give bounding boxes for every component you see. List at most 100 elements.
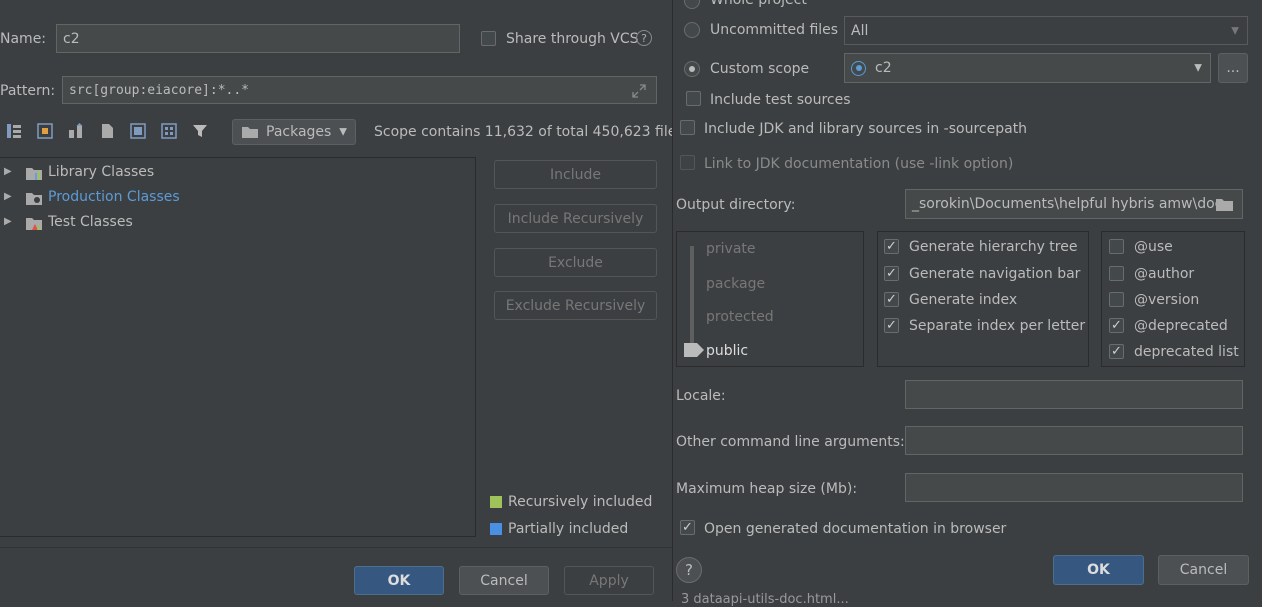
tag-options-panel: @use @author @version ✓ @deprecated ✓ de… bbox=[1101, 231, 1245, 367]
expand-arrow-icon[interactable]: ▶ bbox=[4, 216, 12, 227]
edit-scopes-button[interactable]: ... bbox=[1218, 53, 1248, 83]
file-icon[interactable] bbox=[97, 121, 117, 141]
ok-button[interactable]: OK bbox=[1053, 555, 1144, 585]
custom-scope-radio[interactable] bbox=[684, 61, 700, 77]
deprecated-list-checkbox[interactable]: ✓ bbox=[1109, 344, 1124, 359]
tree-toolbar bbox=[4, 121, 210, 141]
custom-scope-value: c2 bbox=[875, 60, 892, 76]
help-button[interactable]: ? bbox=[676, 557, 702, 583]
generate-index-checkbox[interactable]: ✓ bbox=[884, 292, 899, 307]
scope-tree[interactable]: ▶ Library Classes ▶ Production Classes ▶… bbox=[0, 157, 476, 537]
locale-label: Locale: bbox=[676, 388, 726, 404]
packages-dropdown[interactable]: Packages ▼ bbox=[232, 119, 356, 145]
visibility-slider-track[interactable] bbox=[690, 246, 694, 352]
custom-scope-dropdown[interactable]: c2 ▼ bbox=[844, 53, 1211, 83]
chevron-down-icon: ▼ bbox=[339, 126, 347, 138]
filter-icon[interactable] bbox=[190, 121, 210, 141]
output-dir-value: _sorokin\Documents\helpful hybris amw\do… bbox=[912, 196, 1223, 212]
uncommitted-dropdown[interactable]: All ▼ bbox=[844, 16, 1248, 45]
scope-info: Scope contains 11,632 of total 450,623 f… bbox=[374, 124, 684, 140]
slider-handle-icon[interactable] bbox=[683, 342, 705, 358]
browse-folder-icon[interactable] bbox=[1215, 197, 1235, 212]
heap-size-input[interactable] bbox=[905, 473, 1243, 502]
scopes-dialog: Name: c2 Share through VCS ? Pattern: sr… bbox=[0, 0, 684, 601]
tag-use-label: @use bbox=[1134, 239, 1173, 255]
collapse-all-icon[interactable] bbox=[159, 121, 179, 141]
tree-label-test: Test Classes bbox=[48, 214, 133, 230]
output-dir-label: Output directory: bbox=[676, 197, 796, 213]
name-input[interactable]: c2 bbox=[56, 24, 460, 53]
include-jdk-checkbox[interactable] bbox=[680, 120, 695, 135]
pattern-label: Pattern: bbox=[0, 83, 56, 99]
tag-version-checkbox[interactable] bbox=[1109, 292, 1124, 307]
visibility-public[interactable]: public bbox=[706, 343, 748, 359]
custom-scope-label: Custom scope bbox=[710, 61, 810, 77]
background-editor-text: 3 dataapi-utils-doc.html... bbox=[681, 592, 849, 607]
tag-author-checkbox[interactable] bbox=[1109, 266, 1124, 281]
generate-navbar-checkbox[interactable]: ✓ bbox=[884, 266, 899, 281]
generate-hierarchy-label: Generate hierarchy tree bbox=[909, 239, 1078, 255]
whole-project-label: Whole project bbox=[710, 0, 807, 8]
visibility-package[interactable]: package bbox=[706, 276, 765, 292]
other-args-label: Other command line arguments: bbox=[676, 434, 905, 450]
name-input-value: c2 bbox=[63, 30, 80, 47]
cancel-button[interactable]: Cancel bbox=[459, 566, 549, 595]
link-jdk-label: Link to JDK documentation (use -link opt… bbox=[704, 156, 1014, 172]
uncommitted-files-radio[interactable] bbox=[684, 22, 700, 38]
cancel-button[interactable]: Cancel bbox=[1158, 555, 1249, 585]
chevron-down-icon: ▼ bbox=[1231, 25, 1239, 36]
show-modules-icon[interactable] bbox=[35, 121, 55, 141]
help-icon[interactable]: ? bbox=[636, 30, 652, 46]
tree-label-production: Production Classes bbox=[48, 189, 180, 205]
javadoc-dialog: Whole project Uncommitted files All ▼ Cu… bbox=[672, 0, 1262, 607]
include-jdk-label: Include JDK and library sources in -sour… bbox=[704, 121, 1028, 137]
ok-button[interactable]: OK bbox=[354, 566, 444, 595]
generate-index-label: Generate index bbox=[909, 292, 1018, 308]
share-vcs-label: Share through VCS bbox=[506, 31, 639, 47]
packages-label: Packages bbox=[266, 124, 332, 140]
generate-hierarchy-checkbox[interactable]: ✓ bbox=[884, 239, 899, 254]
separate-index-checkbox[interactable]: ✓ bbox=[884, 318, 899, 333]
link-jdk-checkbox[interactable] bbox=[680, 155, 695, 170]
tag-version-label: @version bbox=[1134, 292, 1200, 308]
flatten-packages-icon[interactable] bbox=[4, 121, 24, 141]
include-test-sources-checkbox[interactable] bbox=[686, 91, 701, 106]
chevron-down-icon: ▼ bbox=[1194, 62, 1202, 74]
expand-arrow-icon[interactable]: ▶ bbox=[4, 166, 12, 177]
exclude-button[interactable]: Exclude bbox=[494, 248, 657, 277]
output-dir-input[interactable]: _sorokin\Documents\helpful hybris amw\do… bbox=[905, 189, 1243, 219]
folder-icon bbox=[242, 127, 258, 138]
other-args-input[interactable] bbox=[905, 426, 1243, 455]
uncommitted-files-label: Uncommitted files bbox=[710, 22, 839, 38]
tag-deprecated-label: @deprecated bbox=[1134, 318, 1228, 334]
include-button[interactable]: Include bbox=[494, 160, 657, 189]
open-in-browser-label: Open generated documentation in browser bbox=[704, 521, 1007, 537]
open-in-browser-checkbox[interactable]: ✓ bbox=[680, 520, 695, 535]
expand-arrow-icon[interactable]: ▶ bbox=[4, 191, 12, 202]
expand-all-icon[interactable] bbox=[128, 121, 148, 141]
visibility-private[interactable]: private bbox=[706, 241, 756, 257]
tag-deprecated-checkbox[interactable]: ✓ bbox=[1109, 318, 1124, 333]
exclude-recursively-button[interactable]: Exclude Recursively bbox=[494, 291, 657, 320]
partial-legend-swatch bbox=[490, 523, 502, 535]
include-recursively-button[interactable]: Include Recursively bbox=[494, 204, 657, 233]
generate-navbar-label: Generate navigation bar bbox=[909, 266, 1081, 282]
pattern-input-value: src[group:eiacore]:*..* bbox=[69, 82, 250, 98]
whole-project-radio[interactable] bbox=[684, 0, 700, 9]
divider bbox=[0, 547, 672, 548]
expand-icon[interactable] bbox=[631, 83, 647, 99]
pattern-input[interactable]: src[group:eiacore]:*..* bbox=[62, 76, 657, 104]
visibility-panel: private package protected public bbox=[676, 231, 864, 367]
recursive-legend-label: Recursively included bbox=[508, 494, 653, 510]
scope-icon bbox=[851, 60, 866, 76]
visibility-protected[interactable]: protected bbox=[706, 309, 774, 325]
uncommitted-value: All bbox=[851, 22, 869, 39]
library-icon bbox=[26, 168, 42, 180]
tag-use-checkbox[interactable] bbox=[1109, 239, 1124, 254]
deprecated-list-label: deprecated list bbox=[1134, 344, 1239, 360]
partial-legend-label: Partially included bbox=[508, 521, 629, 537]
locale-input[interactable] bbox=[905, 380, 1243, 409]
share-vcs-checkbox[interactable] bbox=[481, 31, 496, 46]
apply-button[interactable]: Apply bbox=[564, 566, 654, 595]
group-by-icon[interactable] bbox=[66, 121, 86, 141]
